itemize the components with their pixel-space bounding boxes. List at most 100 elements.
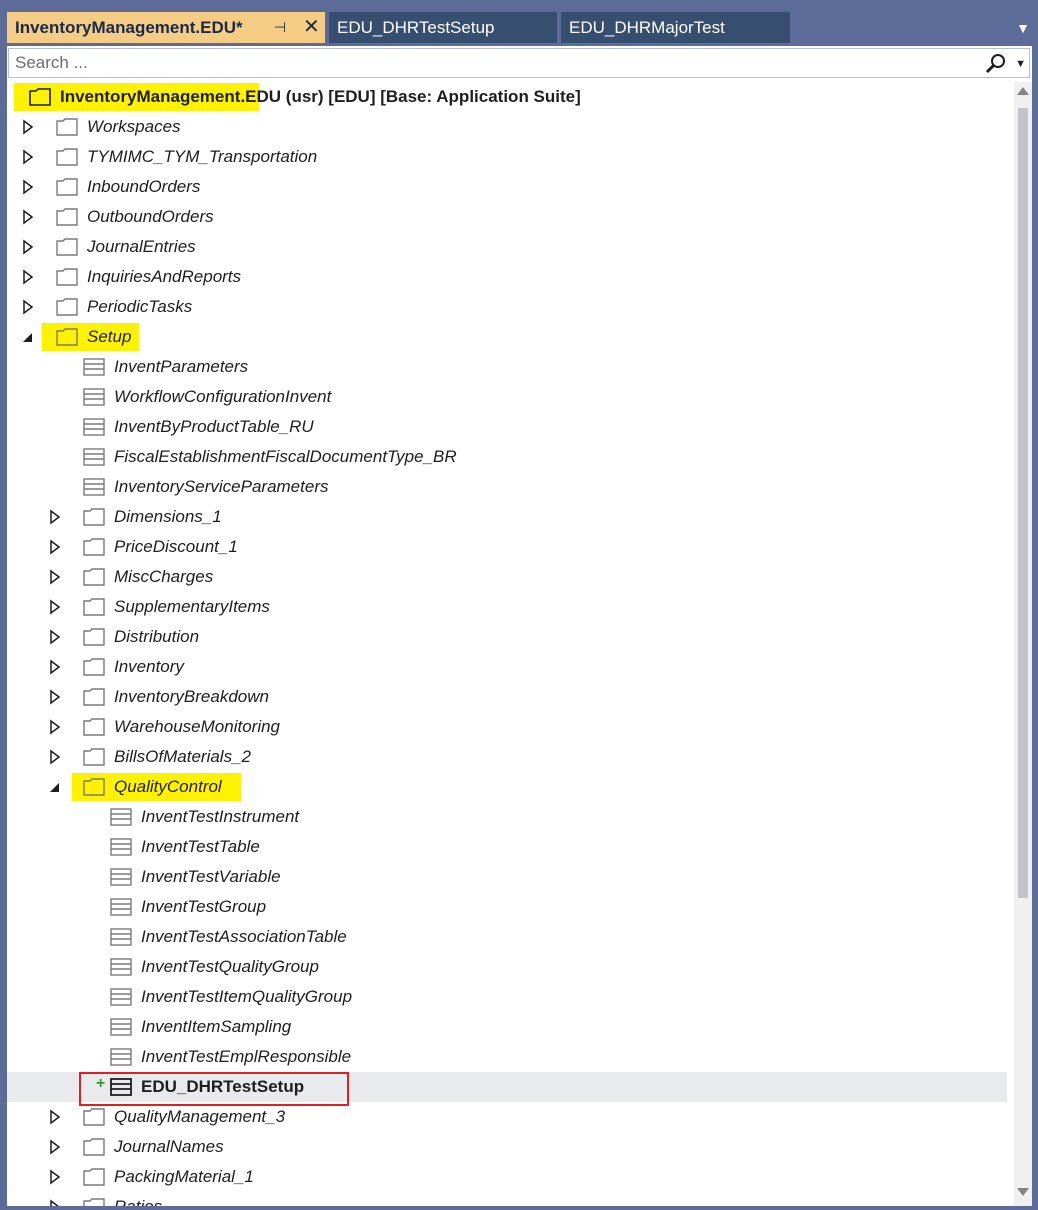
collapse-icon[interactable] bbox=[48, 779, 62, 795]
folder-icon bbox=[83, 628, 105, 646]
tree-item-folder[interactable]: PriceDiscount_1 bbox=[7, 532, 1007, 562]
tab-inventory-management[interactable]: InventoryManagement.EDU* ⊣ ✕ bbox=[7, 12, 325, 43]
expand-icon[interactable] bbox=[48, 749, 62, 765]
folder-icon bbox=[83, 598, 105, 616]
tree-item-outboundorders[interactable]: OutboundOrders bbox=[7, 202, 1007, 232]
folder-icon bbox=[83, 778, 105, 796]
tab-edu-dhrtestsetup[interactable]: EDU_DHRTestSetup bbox=[329, 12, 557, 43]
expand-icon[interactable] bbox=[48, 509, 62, 525]
vertical-scrollbar[interactable] bbox=[1014, 82, 1032, 1206]
tree-item-table[interactable]: InventTestTable bbox=[7, 832, 1007, 862]
expand-icon[interactable] bbox=[48, 629, 62, 645]
tree-item-table[interactable]: FiscalEstablishmentFiscalDocumentType_BR bbox=[7, 442, 1007, 472]
tree-item-inboundorders[interactable]: InboundOrders bbox=[7, 172, 1007, 202]
expand-icon[interactable] bbox=[48, 539, 62, 555]
tree-item-label: InventoryServiceParameters bbox=[114, 477, 329, 496]
table-icon bbox=[83, 418, 105, 436]
expand-icon[interactable] bbox=[48, 719, 62, 735]
tree-item-setup[interactable]: Setup bbox=[7, 322, 1007, 352]
expand-icon[interactable] bbox=[21, 209, 35, 225]
expand-icon[interactable] bbox=[21, 179, 35, 195]
expand-icon[interactable] bbox=[48, 1109, 62, 1125]
tree-item-table[interactable]: InventTestEmplResponsible bbox=[7, 1042, 1007, 1072]
tree-item-table[interactable]: InventTestGroup bbox=[7, 892, 1007, 922]
tree-item-folder[interactable]: WarehouseMonitoring bbox=[7, 712, 1007, 742]
tree-item-table[interactable]: InventTestItemQualityGroup bbox=[7, 982, 1007, 1012]
tree-root-label: InventoryManagement.EDU (usr) [EDU] [Bas… bbox=[60, 87, 581, 106]
expand-icon[interactable] bbox=[48, 1169, 62, 1185]
tree-item-label: Dimensions_1 bbox=[114, 507, 222, 526]
search-icon[interactable] bbox=[985, 52, 1007, 74]
expand-icon[interactable] bbox=[21, 149, 35, 165]
tree-item-qualitycontrol[interactable]: QualityControl bbox=[7, 772, 1007, 802]
expand-icon[interactable] bbox=[21, 269, 35, 285]
tree-item-table[interactable]: InventTestQualityGroup bbox=[7, 952, 1007, 982]
tree-item-workspaces[interactable]: Workspaces bbox=[7, 112, 1007, 142]
tree-item-table[interactable]: InventTestAssociationTable bbox=[7, 922, 1007, 952]
table-icon bbox=[110, 1048, 132, 1066]
tree-item-tymimc-transportation[interactable]: TYMIMC_TYM_Transportation bbox=[7, 142, 1007, 172]
table-icon bbox=[110, 808, 132, 826]
tree-item-table[interactable]: InventByProductTable_RU bbox=[7, 412, 1007, 442]
tree-item-folder[interactable]: SupplementaryItems bbox=[7, 592, 1007, 622]
tree-item-label: Distribution bbox=[114, 627, 200, 646]
tree-item-table[interactable]: InventoryServiceParameters bbox=[7, 472, 1007, 502]
tree-item-table[interactable]: InventParameters bbox=[7, 352, 1007, 382]
tree-item-label: Workspaces bbox=[87, 117, 181, 136]
tree-item-label: JournalNames bbox=[114, 1137, 224, 1156]
tree-item-folder[interactable]: InventoryBreakdown bbox=[7, 682, 1007, 712]
expand-icon[interactable] bbox=[48, 599, 62, 615]
tree-item-label: Setup bbox=[87, 327, 132, 346]
tree-item-folder[interactable]: Dimensions_1 bbox=[7, 502, 1007, 532]
expand-icon[interactable] bbox=[21, 239, 35, 255]
tree-item-periodictasks[interactable]: PeriodicTasks bbox=[7, 292, 1007, 322]
collapse-icon[interactable] bbox=[21, 329, 35, 345]
table-icon bbox=[110, 1018, 132, 1036]
search-options-dropdown-icon[interactable]: ▼ bbox=[1015, 58, 1026, 70]
scroll-up-icon[interactable] bbox=[1017, 87, 1029, 95]
expand-icon[interactable] bbox=[21, 299, 35, 315]
tree-item-edu-dhrtestsetup[interactable]: + EDU_DHRTestSetup bbox=[7, 1072, 1007, 1106]
folder-icon bbox=[56, 328, 78, 346]
tree-item-journalentries[interactable]: JournalEntries bbox=[7, 232, 1007, 262]
tree-item-table[interactable]: WorkflowConfigurationInvent bbox=[7, 382, 1007, 412]
tree-item-table[interactable]: InventTestInstrument bbox=[7, 802, 1007, 832]
expand-icon[interactable] bbox=[48, 569, 62, 585]
expand-icon[interactable] bbox=[48, 659, 62, 675]
tree-item-label: InboundOrders bbox=[87, 177, 201, 196]
folder-icon bbox=[83, 508, 105, 526]
tree-item-label: SupplementaryItems bbox=[114, 597, 270, 616]
expand-icon[interactable] bbox=[21, 119, 35, 135]
tree-item-label: WorkflowConfigurationInvent bbox=[114, 387, 332, 406]
scroll-thumb[interactable] bbox=[1018, 108, 1028, 898]
tree-item-label: TYMIMC_TYM_Transportation bbox=[87, 147, 318, 166]
expand-icon[interactable] bbox=[48, 1199, 62, 1206]
tree-item-folder[interactable]: PackingMaterial_1 bbox=[7, 1162, 1007, 1192]
table-icon bbox=[110, 928, 132, 946]
tree-item-label: InventByProductTable_RU bbox=[114, 417, 314, 436]
tree-item-folder[interactable]: JournalNames bbox=[7, 1132, 1007, 1162]
tree-root[interactable]: InventoryManagement.EDU (usr) [EDU] [Bas… bbox=[7, 82, 1007, 112]
folder-icon bbox=[56, 148, 78, 166]
tree-item-folder[interactable]: QualityManagement_3 bbox=[7, 1102, 1007, 1132]
tree-item-folder[interactable]: Ratios bbox=[7, 1192, 1007, 1206]
tab-edu-dhrmajortest[interactable]: EDU_DHRMajorTest bbox=[561, 12, 790, 43]
close-icon[interactable]: ✕ bbox=[303, 12, 320, 43]
tree-item-folder[interactable]: BillsOfMaterials_2 bbox=[7, 742, 1007, 772]
expand-icon[interactable] bbox=[48, 689, 62, 705]
tree-item-folder[interactable]: MiscCharges bbox=[7, 562, 1007, 592]
pin-icon[interactable]: ⊣ bbox=[274, 12, 286, 43]
folder-icon bbox=[56, 178, 78, 196]
tree-item-label: PriceDiscount_1 bbox=[114, 537, 238, 556]
tree-item-label: InventTestVariable bbox=[141, 867, 281, 886]
tree-item-table[interactable]: InventTestVariable bbox=[7, 862, 1007, 892]
chevron-down-icon[interactable]: ▼ bbox=[1016, 20, 1030, 36]
search-input[interactable] bbox=[15, 49, 975, 77]
tree-item-label: OutboundOrders bbox=[87, 207, 214, 226]
tree-item-folder[interactable]: Distribution bbox=[7, 622, 1007, 652]
tree-item-inquiriesandreports[interactable]: InquiriesAndReports bbox=[7, 262, 1007, 292]
tree-item-folder[interactable]: Inventory bbox=[7, 652, 1007, 682]
scroll-down-icon[interactable] bbox=[1017, 1188, 1029, 1196]
tree-item-table[interactable]: InventItemSampling bbox=[7, 1012, 1007, 1042]
expand-icon[interactable] bbox=[48, 1139, 62, 1155]
